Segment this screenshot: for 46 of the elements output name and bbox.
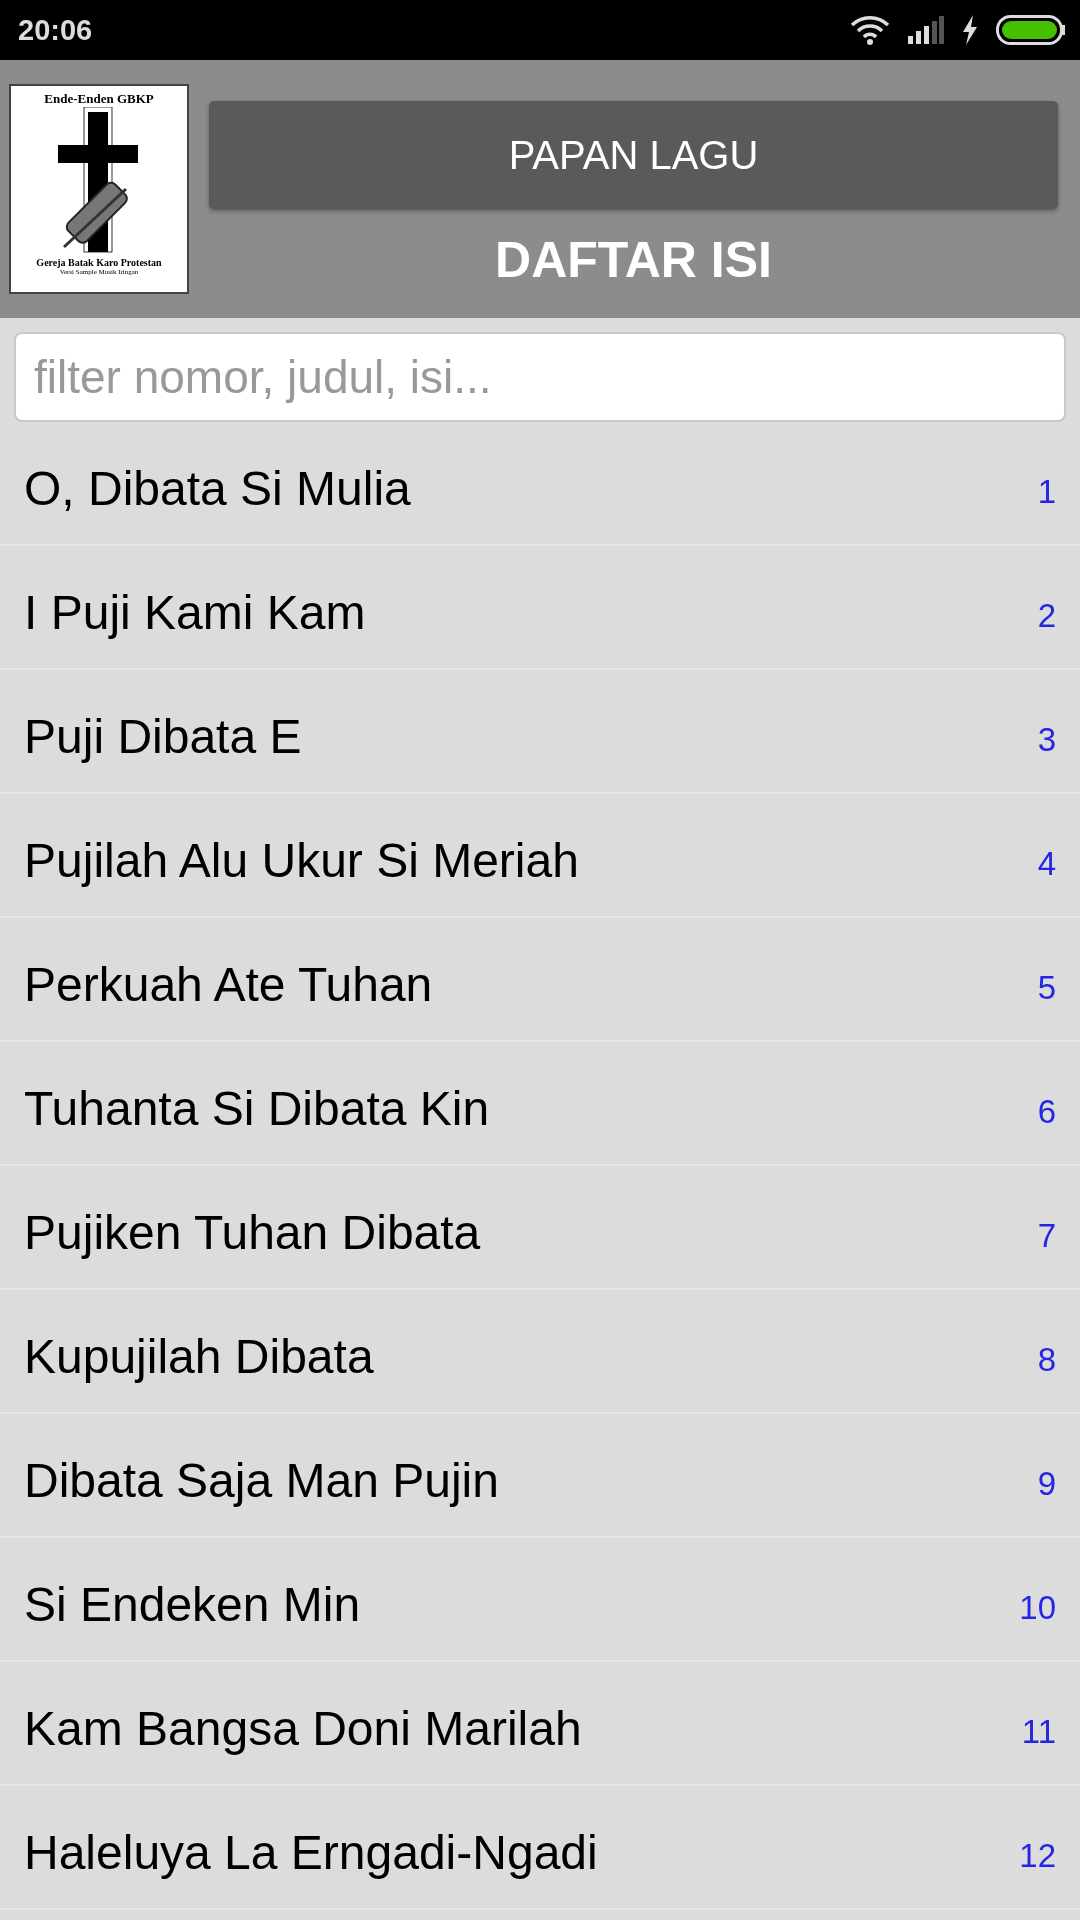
song-row[interactable]: Pujiken Tuhan Dibata 7 [0, 1166, 1080, 1290]
song-row[interactable]: Dibata Saja Man Pujin 9 [0, 1414, 1080, 1538]
song-number: 2 [1037, 596, 1056, 635]
song-title: Dibata Saja Man Pujin [24, 1452, 499, 1508]
logo-title: Ende-Enden GBKP [44, 91, 154, 107]
song-title: Pujiken Tuhan Dibata [24, 1204, 481, 1260]
song-row[interactable]: Kupujilah Dibata 8 [0, 1290, 1080, 1414]
song-row[interactable]: Haleluya La Erngadi-Ngadi 12 [0, 1786, 1080, 1910]
song-title: Si Endeken Min [24, 1576, 361, 1632]
song-title: Haleluya La Erngadi-Ngadi [24, 1824, 598, 1880]
song-number: 7 [1037, 1216, 1056, 1255]
song-number: 5 [1037, 968, 1056, 1007]
signal-icon [908, 16, 944, 44]
wifi-icon [850, 15, 890, 45]
song-title: Tuhanta Si Dibata Kin [24, 1080, 490, 1136]
status-time: 20:06 [18, 13, 93, 47]
song-title: Perkuah Ate Tuhan [24, 956, 433, 1012]
song-number: 1 [1037, 472, 1056, 511]
song-row[interactable]: Puji Dibata E 3 [0, 670, 1080, 794]
song-row[interactable]: I Puji Kami Kam 2 [0, 546, 1080, 670]
song-row[interactable]: Kam Bangsa Doni Marilah 11 [0, 1662, 1080, 1786]
song-row[interactable]: Pujilah Alu Ukur Si Meriah 4 [0, 794, 1080, 918]
song-row[interactable]: Tuhanta Si Dibata Kin 6 [0, 1042, 1080, 1166]
charging-icon [962, 15, 978, 45]
song-title: I Puji Kami Kam [24, 584, 366, 640]
battery-icon [996, 15, 1066, 45]
papan-lagu-button[interactable]: PAPAN LAGU [209, 101, 1058, 209]
song-title: O, Dibata Si Mulia [24, 460, 411, 516]
song-row[interactable]: Si Endeken Min 10 [0, 1538, 1080, 1662]
song-row[interactable]: Perkuah Ate Tuhan 5 [0, 918, 1080, 1042]
song-title: Pujilah Alu Ukur Si Meriah [24, 832, 579, 888]
song-title: Kupujilah Dibata [24, 1328, 374, 1384]
song-number: 11 [1021, 1712, 1056, 1751]
song-number: 12 [1019, 1836, 1056, 1875]
song-title: Kam Bangsa Doni Marilah [24, 1700, 582, 1756]
song-number: 4 [1037, 844, 1056, 883]
logo-subtitle: Gereja Batak Karo Protestan [36, 257, 162, 268]
song-number: 8 [1037, 1340, 1056, 1379]
song-number: 6 [1037, 1092, 1056, 1131]
song-number: 3 [1037, 720, 1056, 759]
page-title: DAFTAR ISI [495, 231, 772, 289]
search-field[interactable]: filter nomor, judul, isi... [14, 332, 1066, 422]
song-number: 9 [1037, 1464, 1056, 1503]
song-title: Puji Dibata E [24, 708, 302, 764]
song-number: 10 [1019, 1588, 1056, 1627]
song-row[interactable]: O, Dibata Si Mulia 1 [0, 422, 1080, 546]
